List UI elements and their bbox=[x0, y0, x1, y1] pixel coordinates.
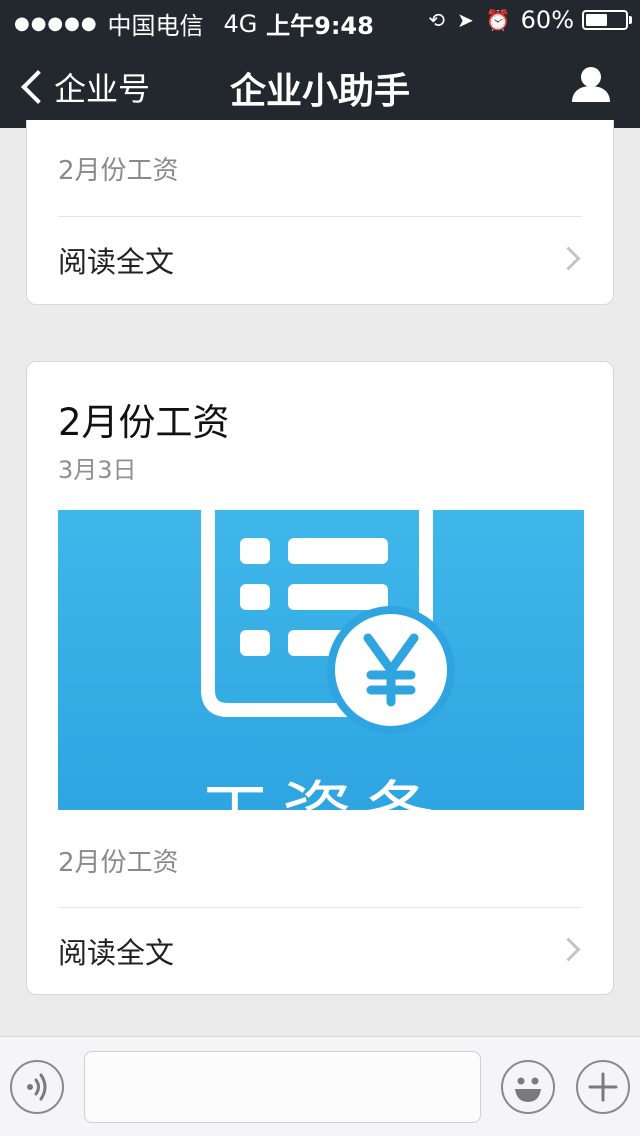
emoji-button[interactable] bbox=[501, 1060, 555, 1114]
smiley-icon bbox=[515, 1077, 541, 1102]
message-cover-image[interactable]: 工资条 bbox=[58, 510, 584, 810]
more-actions-button[interactable] bbox=[576, 1060, 630, 1114]
voice-icon bbox=[27, 1073, 47, 1101]
status-bar: ●●●●● 中国电信 4G 上午9:48 ⟲ ➤ ⏰ 60% bbox=[0, 0, 640, 40]
message-title: 2月份工资 bbox=[58, 401, 230, 444]
user-icon bbox=[572, 67, 610, 102]
user-profile-button[interactable] bbox=[570, 66, 612, 102]
battery-icon bbox=[582, 10, 632, 30]
read-more-button[interactable]: 阅读全文 bbox=[27, 908, 613, 994]
message-input[interactable] bbox=[84, 1051, 481, 1123]
message-summary: 2月份工资 bbox=[58, 156, 179, 186]
voice-input-button[interactable] bbox=[10, 1060, 64, 1114]
rotation-lock-icon: ⟲ bbox=[428, 8, 445, 32]
alarm-icon: ⏰ bbox=[485, 8, 511, 32]
message-card: 2月份工资 阅读全文 bbox=[26, 120, 614, 305]
app-header: ●●●●● 中国电信 4G 上午9:48 ⟲ ➤ ⏰ 60% 企业号 企业小助手 bbox=[0, 0, 640, 128]
location-icon: ➤ bbox=[456, 8, 474, 32]
read-more-button[interactable]: 阅读全文 bbox=[27, 217, 613, 303]
read-more-label: 阅读全文 bbox=[58, 936, 175, 970]
chevron-right-icon bbox=[556, 246, 581, 271]
chevron-right-icon bbox=[556, 937, 581, 962]
message-card[interactable]: 2月份工资 3月3日 工资条 2月份工资 阅读全文 bbox=[26, 361, 614, 995]
cover-text: 工资条 bbox=[200, 758, 446, 810]
battery-percent: 60% bbox=[520, 6, 574, 34]
plus-icon bbox=[588, 1072, 618, 1102]
status-right: ⟲ ➤ ⏰ 60% bbox=[416, 6, 632, 34]
message-summary: 2月份工资 bbox=[58, 848, 179, 878]
battery-fill bbox=[586, 14, 608, 26]
read-more-label: 阅读全文 bbox=[58, 245, 175, 279]
message-date: 3月3日 bbox=[58, 456, 137, 484]
input-bar bbox=[0, 1036, 640, 1136]
page-title: 企业小助手 bbox=[229, 71, 410, 112]
